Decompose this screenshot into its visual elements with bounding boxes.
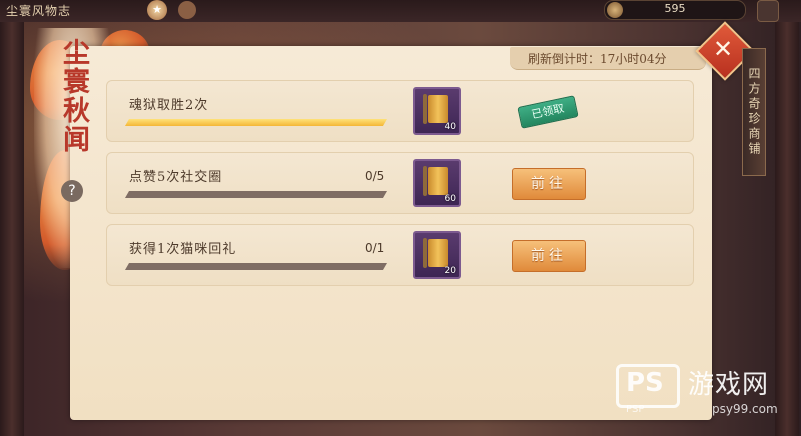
refresh-timer: 刷新倒计时：17小时04分 (528, 52, 667, 66)
task-progress-bar (124, 191, 388, 198)
badge-icon[interactable] (178, 1, 196, 19)
watermark-url: psy99.com (712, 402, 778, 416)
task-row: 魂狱取胜2次 40 已领取 (106, 80, 694, 142)
top-bar: 尘寰风物志 ★ 595 (0, 0, 801, 22)
scroll-paper-icon (428, 95, 448, 123)
reward-item[interactable]: 20 (413, 231, 461, 279)
task-progress-text: 0/5 (365, 169, 385, 183)
menu-icon[interactable] (757, 0, 779, 22)
scroll-icon (423, 94, 427, 124)
reward-count: 40 (444, 122, 456, 132)
reward-item[interactable]: 40 (413, 87, 461, 135)
scroll-icon (423, 166, 427, 196)
scroll-paper-icon (428, 239, 448, 267)
task-progress-fill (124, 119, 388, 126)
help-icon[interactable]: ? (61, 180, 83, 202)
task-name: 获得1次猫咪回礼 (129, 242, 237, 257)
watermark-logo: PS (626, 368, 664, 398)
refresh-timer-tab: 刷新倒计时：17小时04分 (510, 47, 706, 70)
pillar-left (0, 0, 24, 436)
task-progress-text: 0/1 (365, 241, 385, 255)
reward-item[interactable]: 60 (413, 159, 461, 207)
watermark-text: 游戏网 (688, 370, 770, 400)
task-name: 点赞5次社交圈 (129, 170, 223, 185)
go-button[interactable]: 前往 (512, 240, 586, 272)
task-progress-bar (124, 119, 388, 126)
reward-count: 20 (444, 266, 456, 276)
scroll-icon (423, 238, 427, 268)
claimed-stamp: 已领取 (517, 95, 579, 129)
task-row: 点赞5次社交圈 0/5 60 前往 (106, 152, 694, 214)
header-title: 尘寰风物志 (6, 4, 72, 18)
scroll-paper-icon (428, 167, 448, 195)
task-progress-fill (124, 191, 130, 198)
currency-counter[interactable]: 595 (604, 0, 746, 20)
go-button[interactable]: 前往 (512, 168, 586, 200)
task-progress-fill (124, 263, 130, 270)
task-name: 魂狱取胜2次 (129, 98, 209, 113)
currency-value: 595 (664, 2, 686, 15)
task-progress-bar (124, 263, 388, 270)
star-icon[interactable]: ★ (147, 0, 167, 20)
task-row: 获得1次猫咪回礼 0/1 20 前往 (106, 224, 694, 286)
watermark-small: PSP (626, 404, 645, 415)
shop-side-tab[interactable]: 四方奇珍商铺 (742, 48, 766, 176)
close-icon[interactable]: ✕ (704, 30, 742, 68)
reward-count: 60 (444, 194, 456, 204)
pillar-right (775, 0, 799, 436)
event-title: 尘寰秋闻 (58, 38, 89, 154)
